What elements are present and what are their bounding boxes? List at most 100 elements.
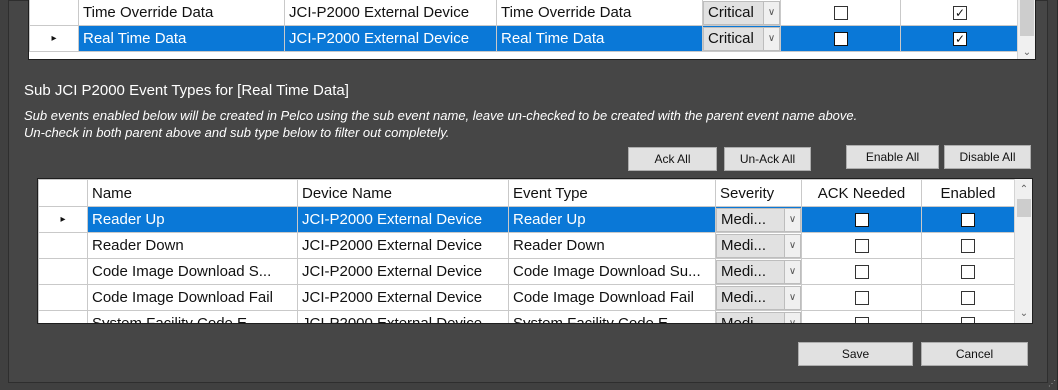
- sub-event-row[interactable]: Reader Down JCI-P2000 External Device Read…: [38, 232, 1015, 259]
- name-cell[interactable]: Real Time Data: [78, 25, 285, 52]
- unack-all-button[interactable]: Un-Ack All: [724, 147, 811, 171]
- row-selector-icon[interactable]: [38, 232, 88, 259]
- chevron-down-icon[interactable]: ∨: [784, 208, 800, 231]
- ack-needed-cell[interactable]: [780, 0, 901, 26]
- severity-cell[interactable]: Medi... ∨: [715, 206, 802, 233]
- row-selector-icon[interactable]: ▸: [38, 206, 88, 233]
- name-cell[interactable]: Time Override Data: [78, 0, 285, 26]
- ack-needed-checkbox[interactable]: [833, 6, 848, 21]
- ack-needed-checkbox[interactable]: [854, 239, 869, 254]
- enabled-checkbox[interactable]: ✓: [953, 32, 967, 47]
- chevron-down-icon[interactable]: ∨: [763, 27, 779, 50]
- disable-all-button[interactable]: Disable All: [944, 145, 1031, 169]
- scroll-thumb[interactable]: [1020, 0, 1034, 36]
- enabled-cell[interactable]: [921, 206, 1015, 233]
- enabled-cell[interactable]: ✓: [900, 25, 1020, 52]
- column-header-name[interactable]: Name: [87, 179, 298, 207]
- chevron-down-icon[interactable]: ∨: [784, 286, 800, 309]
- ack-needed-cell[interactable]: [801, 206, 922, 233]
- sub-event-row[interactable]: ▸ Reader Up JCI-P2000 External Device Reade…: [38, 206, 1015, 233]
- name-cell[interactable]: Reader Down: [87, 232, 298, 259]
- ack-needed-cell[interactable]: [801, 258, 922, 285]
- device-name-cell[interactable]: JCI-P2000 External Device: [297, 284, 509, 311]
- parent-event-row[interactable]: Time Override Data JCI-P2000 External Dev…: [29, 0, 1020, 26]
- severity-cell[interactable]: Medi... ∨: [715, 310, 802, 323]
- scroll-up-icon[interactable]: ⌃: [1015, 181, 1032, 197]
- device-name-cell[interactable]: JCI-P2000 External Device: [297, 206, 509, 233]
- ack-needed-cell[interactable]: [780, 25, 901, 52]
- device-name-cell[interactable]: JCI-P2000 External Device: [297, 232, 509, 259]
- chevron-down-icon[interactable]: ∨: [784, 234, 800, 257]
- row-selector-icon[interactable]: [38, 258, 88, 285]
- event-type-cell[interactable]: System Facility Code E...: [508, 310, 716, 323]
- ack-needed-cell[interactable]: [801, 284, 922, 311]
- event-type-cell[interactable]: Reader Up: [508, 206, 716, 233]
- column-header-severity[interactable]: Severity: [715, 179, 802, 207]
- severity-dropdown[interactable]: Critical ∨: [703, 0, 780, 25]
- event-type-cell[interactable]: Reader Down: [508, 232, 716, 259]
- device-name-cell[interactable]: JCI-P2000 External Device: [297, 310, 509, 323]
- device-name-cell[interactable]: JCI-P2000 External Device: [297, 258, 509, 285]
- resize-grip-icon[interactable]: ⋰: [1048, 379, 1056, 388]
- parent-events-grid[interactable]: Time Override Data JCI-P2000 External Dev…: [28, 0, 1036, 60]
- severity-cell[interactable]: Critical ∨: [702, 25, 781, 52]
- column-header-event-type[interactable]: Event Type: [508, 179, 716, 207]
- ack-needed-checkbox[interactable]: [854, 317, 869, 323]
- severity-dropdown[interactable]: Medi... ∨: [716, 285, 801, 310]
- scroll-down-icon[interactable]: ⌄: [1018, 44, 1035, 59]
- severity-dropdown[interactable]: Medi... ∨: [716, 207, 801, 232]
- ack-needed-checkbox[interactable]: [854, 265, 869, 280]
- ack-needed-cell[interactable]: [801, 232, 922, 259]
- enabled-checkbox[interactable]: [961, 239, 975, 254]
- row-selector-icon[interactable]: ▸: [29, 25, 79, 52]
- enabled-cell[interactable]: [921, 284, 1015, 311]
- name-cell[interactable]: Code Image Download S...: [87, 258, 298, 285]
- enabled-checkbox[interactable]: ✓: [953, 6, 967, 21]
- cancel-button[interactable]: Cancel: [921, 342, 1028, 366]
- severity-dropdown[interactable]: Medi... ∨: [716, 311, 801, 323]
- ack-all-button[interactable]: Ack All: [628, 147, 717, 171]
- row-selector-icon[interactable]: [38, 310, 88, 323]
- sub-event-row[interactable]: Code Image Download S... JCI-P2000 Extern…: [38, 258, 1015, 285]
- severity-cell[interactable]: Medi... ∨: [715, 232, 802, 259]
- enable-all-button[interactable]: Enable All: [846, 145, 939, 169]
- enabled-checkbox[interactable]: [961, 265, 975, 280]
- enabled-cell[interactable]: ✓: [900, 0, 1020, 26]
- severity-dropdown[interactable]: Medi... ∨: [716, 233, 801, 258]
- scroll-down-icon[interactable]: ⌄: [1015, 305, 1032, 321]
- sub-event-row[interactable]: Code Image Download Fail JCI-P2000 Extern…: [38, 284, 1015, 311]
- column-header-ack-needed[interactable]: ACK Needed: [801, 179, 922, 207]
- event-type-cell[interactable]: Code Image Download Fail: [508, 284, 716, 311]
- enabled-cell[interactable]: [921, 258, 1015, 285]
- enabled-cell[interactable]: [921, 232, 1015, 259]
- device-name-cell[interactable]: JCI-P2000 External Device: [284, 0, 497, 26]
- event-type-cell[interactable]: Time Override Data: [496, 0, 703, 26]
- severity-cell[interactable]: Critical ∨: [702, 0, 781, 26]
- row-selector-icon[interactable]: [38, 284, 88, 311]
- enabled-checkbox[interactable]: [961, 213, 975, 228]
- ack-needed-checkbox[interactable]: [854, 291, 869, 306]
- severity-dropdown[interactable]: Critical ∨: [703, 26, 780, 51]
- name-cell[interactable]: Code Image Download Fail: [87, 284, 298, 311]
- enabled-checkbox[interactable]: [961, 317, 975, 323]
- column-header-enabled[interactable]: Enabled: [921, 179, 1015, 207]
- sub-events-grid[interactable]: Name Device Name Event Type Severity ACK…: [37, 178, 1033, 324]
- column-header-device-name[interactable]: Device Name: [297, 179, 509, 207]
- parent-grid-scrollbar[interactable]: ⌄: [1017, 0, 1035, 59]
- ack-needed-cell[interactable]: [801, 310, 922, 323]
- name-cell[interactable]: Reader Up: [87, 206, 298, 233]
- severity-dropdown[interactable]: Medi... ∨: [716, 259, 801, 284]
- event-type-cell[interactable]: Real Time Data: [496, 25, 703, 52]
- enabled-cell[interactable]: [921, 310, 1015, 323]
- sub-event-row[interactable]: System Facility Code E... JCI-P2000 Exter…: [38, 310, 1015, 323]
- chevron-down-icon[interactable]: ∨: [784, 312, 800, 323]
- save-button[interactable]: Save: [798, 342, 913, 366]
- enabled-checkbox[interactable]: [961, 291, 975, 306]
- scroll-thumb[interactable]: [1017, 199, 1031, 217]
- ack-needed-checkbox[interactable]: [854, 213, 869, 228]
- chevron-down-icon[interactable]: ∨: [784, 260, 800, 283]
- name-cell[interactable]: System Facility Code E...: [87, 310, 298, 323]
- sub-grid-scrollbar[interactable]: ⌃ ⌄: [1014, 179, 1032, 323]
- chevron-down-icon[interactable]: ∨: [763, 1, 779, 24]
- event-type-cell[interactable]: Code Image Download Su...: [508, 258, 716, 285]
